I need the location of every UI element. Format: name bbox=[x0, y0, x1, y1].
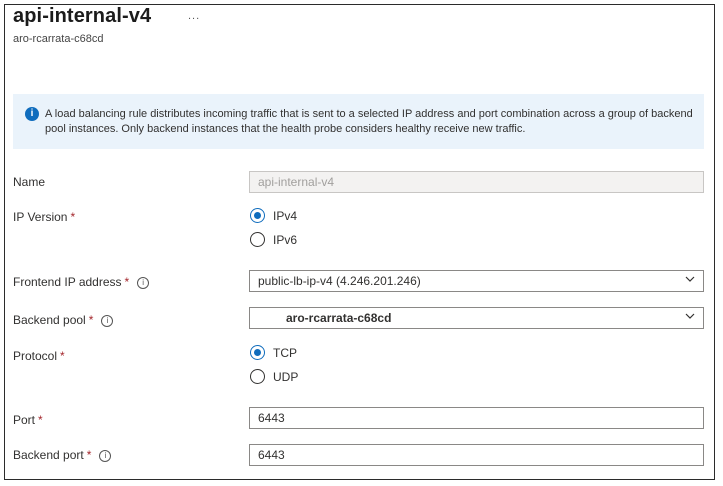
ip-version-label-text: IP Version bbox=[13, 210, 68, 224]
port-input[interactable]: 6443 bbox=[249, 407, 704, 429]
protocol-label: Protocol * bbox=[13, 349, 65, 363]
ipv6-radio-label: IPv6 bbox=[273, 232, 298, 247]
frontend-ip-label: Frontend IP address * i bbox=[13, 275, 150, 289]
ipv6-radio[interactable]: IPv6 bbox=[250, 232, 298, 248]
info-icon: i bbox=[25, 107, 39, 121]
frontend-ip-label-text: Frontend IP address bbox=[13, 275, 122, 289]
backend-pool-label-text: Backend pool bbox=[13, 313, 86, 327]
required-marker: * bbox=[70, 210, 76, 224]
chevron-down-icon bbox=[685, 276, 695, 282]
name-label: Name bbox=[13, 175, 45, 189]
tcp-radio[interactable]: TCP bbox=[250, 345, 297, 361]
required-marker: * bbox=[88, 313, 94, 327]
chevron-down-icon bbox=[685, 313, 695, 319]
protocol-label-text: Protocol bbox=[13, 349, 58, 363]
info-circle-icon[interactable]: i bbox=[101, 315, 114, 327]
info-circle-icon[interactable]: i bbox=[99, 450, 112, 462]
required-marker: * bbox=[86, 448, 92, 462]
required-marker: * bbox=[60, 349, 65, 363]
required-marker: * bbox=[124, 275, 130, 289]
ip-version-label: IP Version * bbox=[13, 210, 75, 224]
name-label-text: Name bbox=[13, 175, 46, 189]
backend-pool-dropdown[interactable]: aro-rcarrata-c68cd bbox=[249, 307, 704, 329]
radio-checked-icon[interactable] bbox=[250, 208, 265, 224]
frontend-ip-selected-value: public-lb-ip-v4 (4.246.201.246) bbox=[258, 274, 421, 288]
required-marker: * bbox=[38, 413, 43, 427]
backend-port-label: Backend port * i bbox=[13, 448, 112, 462]
more-options-button[interactable]: ... bbox=[188, 10, 200, 22]
radio-checked-icon[interactable] bbox=[250, 345, 265, 361]
radio-unchecked-icon[interactable] bbox=[250, 232, 265, 248]
info-banner-text: A load balancing rule distributes incomi… bbox=[45, 108, 693, 135]
page-subtitle: aro-rcarrata-c68cd bbox=[13, 33, 104, 45]
frontend-ip-dropdown[interactable]: public-lb-ip-v4 (4.246.201.246) bbox=[249, 270, 704, 292]
backend-port-input[interactable]: 6443 bbox=[249, 444, 704, 466]
port-label-text: Port bbox=[13, 413, 36, 427]
ipv4-radio[interactable]: IPv4 bbox=[250, 208, 298, 224]
backend-pool-selected-value: aro-rcarrata-c68cd bbox=[286, 311, 392, 325]
ipv4-radio-label: IPv4 bbox=[273, 208, 298, 223]
tcp-radio-label: TCP bbox=[273, 345, 297, 360]
port-label: Port * bbox=[13, 413, 43, 427]
backend-port-label-text: Backend port bbox=[13, 448, 84, 462]
page-title: api-internal-v4 bbox=[13, 5, 152, 27]
backend-pool-label: Backend pool * i bbox=[13, 313, 114, 327]
udp-radio-label: UDP bbox=[273, 369, 299, 384]
name-field: api-internal-v4 bbox=[249, 171, 704, 193]
radio-unchecked-icon[interactable] bbox=[250, 369, 265, 385]
info-circle-icon[interactable]: i bbox=[137, 277, 150, 289]
udp-radio[interactable]: UDP bbox=[250, 369, 299, 385]
load-balancing-rule-panel: api-internal-v4 ... aro-rcarrata-c68cd i… bbox=[4, 4, 715, 480]
